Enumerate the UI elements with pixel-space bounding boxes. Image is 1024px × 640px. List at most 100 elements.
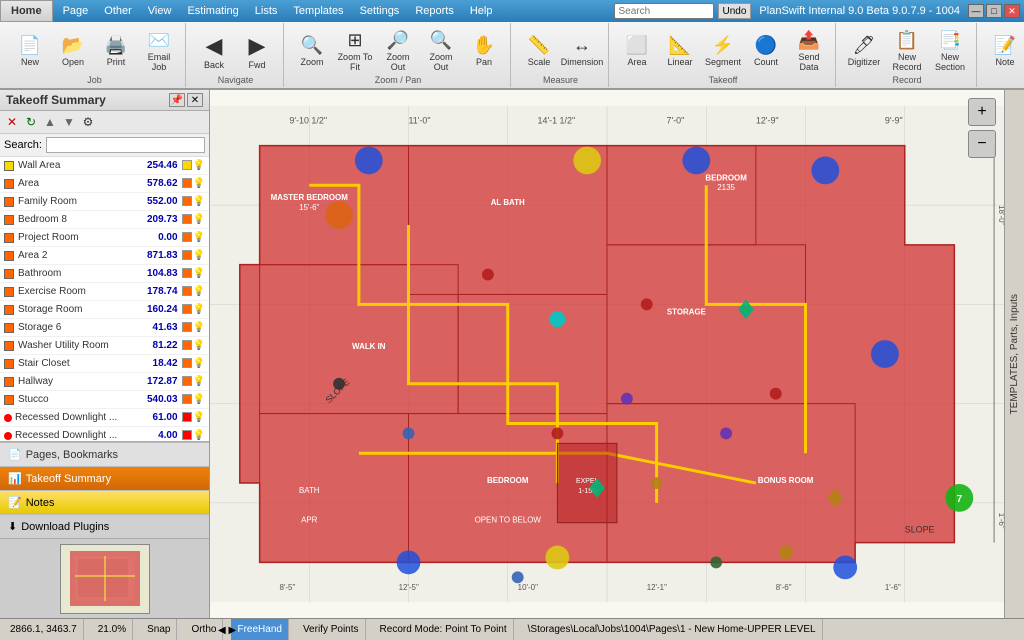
list-item[interactable]: Family Room552.00💡 (0, 193, 209, 211)
item-bulb-icon: 💡 (193, 232, 205, 243)
toolbar: 📄New 📂Open 🖨️Print ✉️Email Job Job ◀Back… (0, 22, 1024, 90)
forward-button[interactable]: ▶Fwd (237, 27, 277, 75)
verify-points-button[interactable]: Verify Points (297, 619, 366, 640)
thumbnail-prev[interactable]: ◀ (218, 625, 226, 636)
segment-button[interactable]: ⚡Segment (703, 27, 743, 75)
digitizer-button[interactable]: 🖊Digitizer (844, 27, 884, 75)
send-data-button[interactable]: 📤Send Data (789, 27, 829, 75)
menu-other[interactable]: Other (96, 0, 140, 22)
menu-page[interactable]: Page (55, 0, 97, 22)
menu-help[interactable]: Help (462, 0, 501, 22)
item-icons: 💡 (182, 214, 205, 225)
panel-refresh-button[interactable]: ↻ (23, 114, 39, 130)
record-mode-display: Record Mode: Point To Point (374, 619, 514, 640)
maximize-button[interactable]: □ (986, 4, 1002, 18)
snap-button[interactable]: Snap (141, 619, 177, 640)
zoom-out2-button[interactable]: 🔍Zoom Out (421, 27, 461, 75)
note-button[interactable]: 📝Note (985, 27, 1024, 75)
new-section-button[interactable]: 📑New Section (930, 27, 970, 75)
list-item[interactable]: Washer Utility Room81.22💡 (0, 337, 209, 355)
pages-bookmarks-tab[interactable]: 📄 Pages, Bookmarks (0, 442, 209, 466)
panel-down-button[interactable]: ▼ (61, 114, 77, 130)
notes-tab[interactable]: 📝 Notes (0, 490, 209, 514)
menu-estimating[interactable]: Estimating (179, 0, 246, 22)
menu-home-tab[interactable]: Home (0, 0, 53, 22)
menu-view[interactable]: View (140, 0, 180, 22)
svg-text:STORAGE: STORAGE (667, 307, 706, 316)
item-name-label: Recessed Downlight ... (15, 430, 138, 441)
list-item[interactable]: Wall Area254.46💡 (0, 157, 209, 175)
list-item[interactable]: Recessed Downlight ...61.00💡 (0, 409, 209, 427)
panel-delete-button[interactable]: ✕ (4, 114, 20, 130)
item-bulb-icon: 💡 (193, 268, 205, 279)
open-button[interactable]: 📂Open (53, 27, 93, 75)
count-button[interactable]: 🔵Count (746, 27, 786, 75)
list-item[interactable]: Recessed Downlight ...4.00💡 (0, 427, 209, 441)
menu-search-input[interactable] (614, 3, 714, 19)
menu-templates[interactable]: Templates (285, 0, 351, 22)
new-button[interactable]: 📄New (10, 27, 50, 75)
panel-pin-button[interactable]: 📌 (169, 93, 185, 107)
zoom-in-nav-button[interactable]: + (968, 98, 996, 126)
menu-settings[interactable]: Settings (352, 0, 408, 22)
list-item[interactable]: Stair Closet18.42💡 (0, 355, 209, 373)
item-swatch (182, 430, 192, 440)
item-swatch (182, 412, 192, 422)
download-plugins-label: Download Plugins (21, 521, 109, 533)
download-plugins-tab[interactable]: ⬇ Download Plugins (0, 514, 209, 538)
list-item[interactable]: Hallway172.87💡 (0, 373, 209, 391)
toolbar-group-navigate: ◀Back ▶Fwd Navigate (188, 23, 284, 87)
list-item[interactable]: Project Room0.00💡 (0, 229, 209, 247)
item-value-label: 4.00 (138, 430, 178, 441)
close-button[interactable]: ✕ (1004, 4, 1020, 18)
list-item[interactable]: Stucco540.03💡 (0, 391, 209, 409)
item-name-label: Storage 6 (18, 322, 138, 333)
search-input[interactable] (46, 137, 205, 153)
thumbnail[interactable] (60, 544, 150, 614)
panel-settings-button[interactable]: ⚙ (80, 114, 96, 130)
zoom-to-fit-button[interactable]: ⊞Zoom To Fit (335, 27, 375, 75)
list-item[interactable]: Bathroom104.83💡 (0, 265, 209, 283)
item-swatch (182, 394, 192, 404)
panel-close-button[interactable]: ✕ (187, 93, 203, 107)
svg-text:2135: 2135 (717, 183, 735, 192)
back-button[interactable]: ◀Back (194, 27, 234, 75)
item-value-label: 254.46 (138, 160, 178, 171)
measure-group-label: Measure (543, 75, 578, 87)
list-item[interactable]: Area 2871.83💡 (0, 247, 209, 265)
dimension-button[interactable]: ↔Dimension (562, 27, 602, 75)
notes-label: Notes (26, 497, 55, 509)
scale-button[interactable]: 📏Scale (519, 27, 559, 75)
menu-lists[interactable]: Lists (247, 0, 286, 22)
menu-reports[interactable]: Reports (407, 0, 462, 22)
svg-text:BEDROOM: BEDROOM (487, 476, 529, 485)
email-job-button[interactable]: ✉️Email Job (139, 27, 179, 75)
list-item[interactable]: Storage Room160.24💡 (0, 301, 209, 319)
zoom-button[interactable]: 🔍Zoom (292, 27, 332, 75)
canvas-area[interactable]: 9'-10 1/2" 11'-0" 14'-1 1/2" 7'-0" 12'-9… (210, 90, 1004, 618)
item-bulb-icon: 💡 (193, 250, 205, 261)
pan-button[interactable]: ✋Pan (464, 27, 504, 75)
panel-up-button[interactable]: ▲ (42, 114, 58, 130)
list-item[interactable]: Area578.62💡 (0, 175, 209, 193)
thumbnail-next[interactable]: ▶ (228, 625, 236, 636)
undo-button[interactable]: Undo (718, 3, 752, 19)
zoom-out-button[interactable]: 🔎Zoom Out (378, 27, 418, 75)
linear-button[interactable]: 📐Linear (660, 27, 700, 75)
list-item[interactable]: Bedroom 8209.73💡 (0, 211, 209, 229)
svg-text:8'-6": 8'-6" (776, 583, 792, 592)
svg-text:SLOPE: SLOPE (905, 525, 935, 535)
freehand-button[interactable]: FreeHand (231, 619, 288, 640)
list-item[interactable]: Exercise Room178.74💡 (0, 283, 209, 301)
minimize-button[interactable]: — (968, 4, 984, 18)
new-record-button[interactable]: 📋New Record (887, 27, 927, 75)
area-button[interactable]: ⬜Area (617, 27, 657, 75)
takeoff-summary-tab[interactable]: 📊 Takeoff Summary (0, 466, 209, 490)
zoom-out-nav-button[interactable]: − (968, 130, 996, 158)
item-color-box (4, 269, 14, 279)
svg-text:1'-6": 1'-6" (997, 513, 1004, 529)
thumbnail-nav: ◀ ▶ (218, 625, 236, 636)
list-item[interactable]: Storage 641.63💡 (0, 319, 209, 337)
print-button[interactable]: 🖨️Print (96, 27, 136, 75)
item-icons: 💡 (182, 196, 205, 207)
